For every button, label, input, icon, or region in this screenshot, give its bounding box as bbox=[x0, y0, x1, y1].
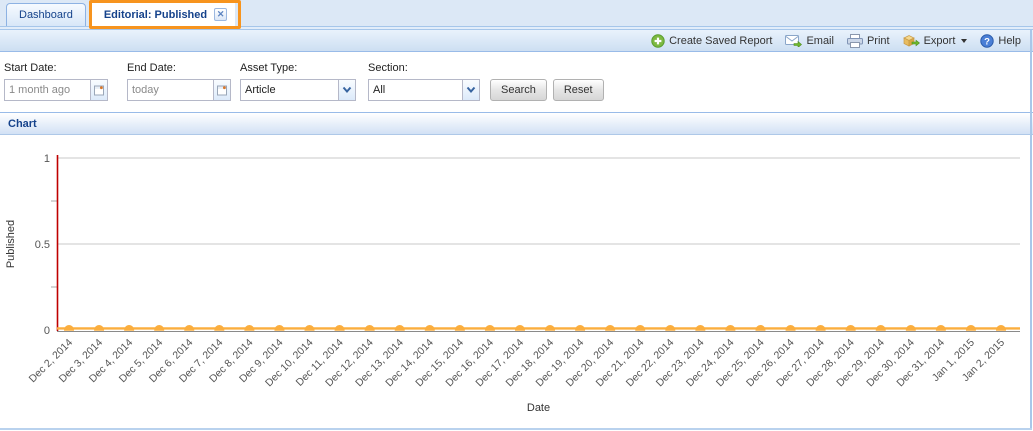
combo-trigger-button[interactable] bbox=[338, 80, 355, 100]
start-date-label: Start Date: bbox=[4, 62, 57, 74]
active-tab-highlight: Editorial: Published ✕ bbox=[88, 0, 242, 29]
data-point-marker bbox=[665, 325, 676, 331]
chart-panel-header: Chart bbox=[0, 112, 1033, 135]
print-label: Print bbox=[866, 34, 890, 47]
data-point-marker bbox=[965, 325, 976, 331]
add-icon bbox=[651, 33, 665, 48]
export-button[interactable]: Export bbox=[902, 34, 968, 48]
create-saved-report-label: Create Saved Report bbox=[669, 34, 773, 47]
data-point-marker bbox=[364, 325, 375, 331]
tab-dashboard-label: Dashboard bbox=[19, 9, 73, 21]
asset-type-combobox[interactable]: Article bbox=[240, 79, 356, 101]
asset-type-field-group: Asset Type: Article bbox=[240, 62, 356, 101]
end-date-input[interactable] bbox=[128, 80, 213, 100]
data-point-marker bbox=[394, 325, 405, 331]
data-point-marker bbox=[996, 325, 1006, 331]
section-label: Section: bbox=[368, 62, 408, 74]
export-icon bbox=[902, 34, 920, 47]
data-point-marker bbox=[785, 325, 796, 331]
section-field-group: Section: All bbox=[368, 62, 480, 101]
chart-panel-body: 0 0.5 1 Published Dec 2, 2014 Dec 3, 2014 Dec … bbox=[0, 135, 1033, 431]
data-point-marker bbox=[304, 325, 315, 331]
panel-bottom-border bbox=[0, 428, 1032, 430]
data-point-marker bbox=[755, 325, 766, 331]
asset-type-value: Article bbox=[245, 84, 276, 96]
end-date-label: End Date: bbox=[127, 62, 176, 74]
data-point-marker bbox=[845, 325, 856, 331]
data-point-marker bbox=[94, 325, 105, 331]
start-date-field-group: Start Date: bbox=[4, 62, 108, 101]
email-button[interactable]: Email bbox=[785, 34, 834, 47]
search-button[interactable]: Search bbox=[490, 79, 547, 101]
email-icon bbox=[785, 35, 803, 47]
calendar-icon bbox=[217, 85, 227, 95]
close-icon[interactable]: ✕ bbox=[214, 8, 228, 21]
tab-bar: Dashboard Editorial: Published ✕ bbox=[0, 0, 1033, 29]
data-point-marker bbox=[545, 325, 556, 331]
print-icon bbox=[846, 33, 863, 48]
section-combobox[interactable]: All bbox=[368, 79, 480, 101]
start-date-input-wrap bbox=[4, 79, 108, 101]
filter-buttons: Search Reset bbox=[490, 79, 604, 101]
y-tick-label: 0 bbox=[44, 325, 50, 337]
calendar-trigger-button[interactable] bbox=[213, 80, 230, 100]
data-point-marker bbox=[605, 325, 616, 331]
y-axis-title: Published bbox=[5, 220, 17, 268]
create-saved-report-button[interactable]: Create Saved Report bbox=[651, 33, 773, 48]
data-point-marker bbox=[184, 325, 195, 331]
data-point-marker bbox=[64, 325, 74, 331]
data-point-marker bbox=[244, 325, 255, 331]
data-point-marker bbox=[424, 325, 435, 331]
svg-text:?: ? bbox=[984, 36, 990, 47]
data-point-marker bbox=[514, 325, 525, 331]
export-label: Export bbox=[923, 34, 956, 47]
toolbar: Create Saved Report Email Print Export ?… bbox=[0, 30, 1033, 52]
end-date-field-group: End Date: bbox=[127, 62, 231, 101]
reset-button[interactable]: Reset bbox=[552, 79, 604, 101]
data-point-marker bbox=[695, 325, 706, 331]
email-label: Email bbox=[806, 34, 834, 47]
data-point-marker bbox=[274, 325, 285, 331]
data-point-marker bbox=[935, 325, 946, 331]
filter-panel: Start Date: End Date: bbox=[0, 52, 1033, 112]
data-point-marker bbox=[334, 325, 345, 331]
y-tick-label: 1 bbox=[44, 153, 50, 165]
help-label: Help bbox=[998, 34, 1021, 47]
data-point-marker bbox=[484, 325, 495, 331]
asset-type-label: Asset Type: bbox=[240, 62, 298, 74]
data-point-marker bbox=[635, 325, 646, 331]
data-point-marker bbox=[815, 325, 826, 331]
help-icon: ? bbox=[980, 33, 995, 48]
y-tick-label: 0.5 bbox=[35, 239, 50, 251]
tab-editorial-label: Editorial: Published bbox=[103, 8, 208, 21]
calendar-trigger-button[interactable] bbox=[90, 80, 107, 100]
tab-dashboard[interactable]: Dashboard bbox=[6, 3, 86, 26]
chart-panel-title: Chart bbox=[8, 118, 37, 130]
calendar-icon bbox=[94, 85, 104, 95]
print-button[interactable]: Print bbox=[846, 33, 890, 48]
chevron-down-icon bbox=[961, 38, 968, 43]
data-point-marker bbox=[214, 325, 225, 331]
panel-right-border bbox=[1030, 30, 1032, 430]
application-window: Dashboard Editorial: Published ✕ Create … bbox=[0, 0, 1033, 431]
x-axis-title: Date bbox=[527, 402, 550, 414]
end-date-input-wrap bbox=[127, 79, 231, 101]
data-point-marker bbox=[875, 325, 886, 331]
section-value: All bbox=[373, 84, 386, 96]
chevron-down-icon bbox=[342, 86, 352, 94]
start-date-input[interactable] bbox=[5, 80, 90, 100]
help-button[interactable]: ? Help bbox=[980, 33, 1021, 48]
data-point-marker bbox=[575, 325, 586, 331]
tab-editorial-published[interactable]: Editorial: Published ✕ bbox=[91, 3, 236, 26]
data-point-marker bbox=[725, 325, 736, 331]
data-point-marker bbox=[454, 325, 465, 331]
chevron-down-icon bbox=[466, 86, 476, 94]
data-point-marker bbox=[905, 325, 916, 331]
combo-trigger-button[interactable] bbox=[462, 80, 479, 100]
data-point-marker bbox=[154, 325, 165, 331]
chart-canvas: 00.51PublishedDec 2, 2014Dec 3, 2014Dec … bbox=[5, 153, 1020, 414]
data-point-marker bbox=[124, 325, 135, 331]
